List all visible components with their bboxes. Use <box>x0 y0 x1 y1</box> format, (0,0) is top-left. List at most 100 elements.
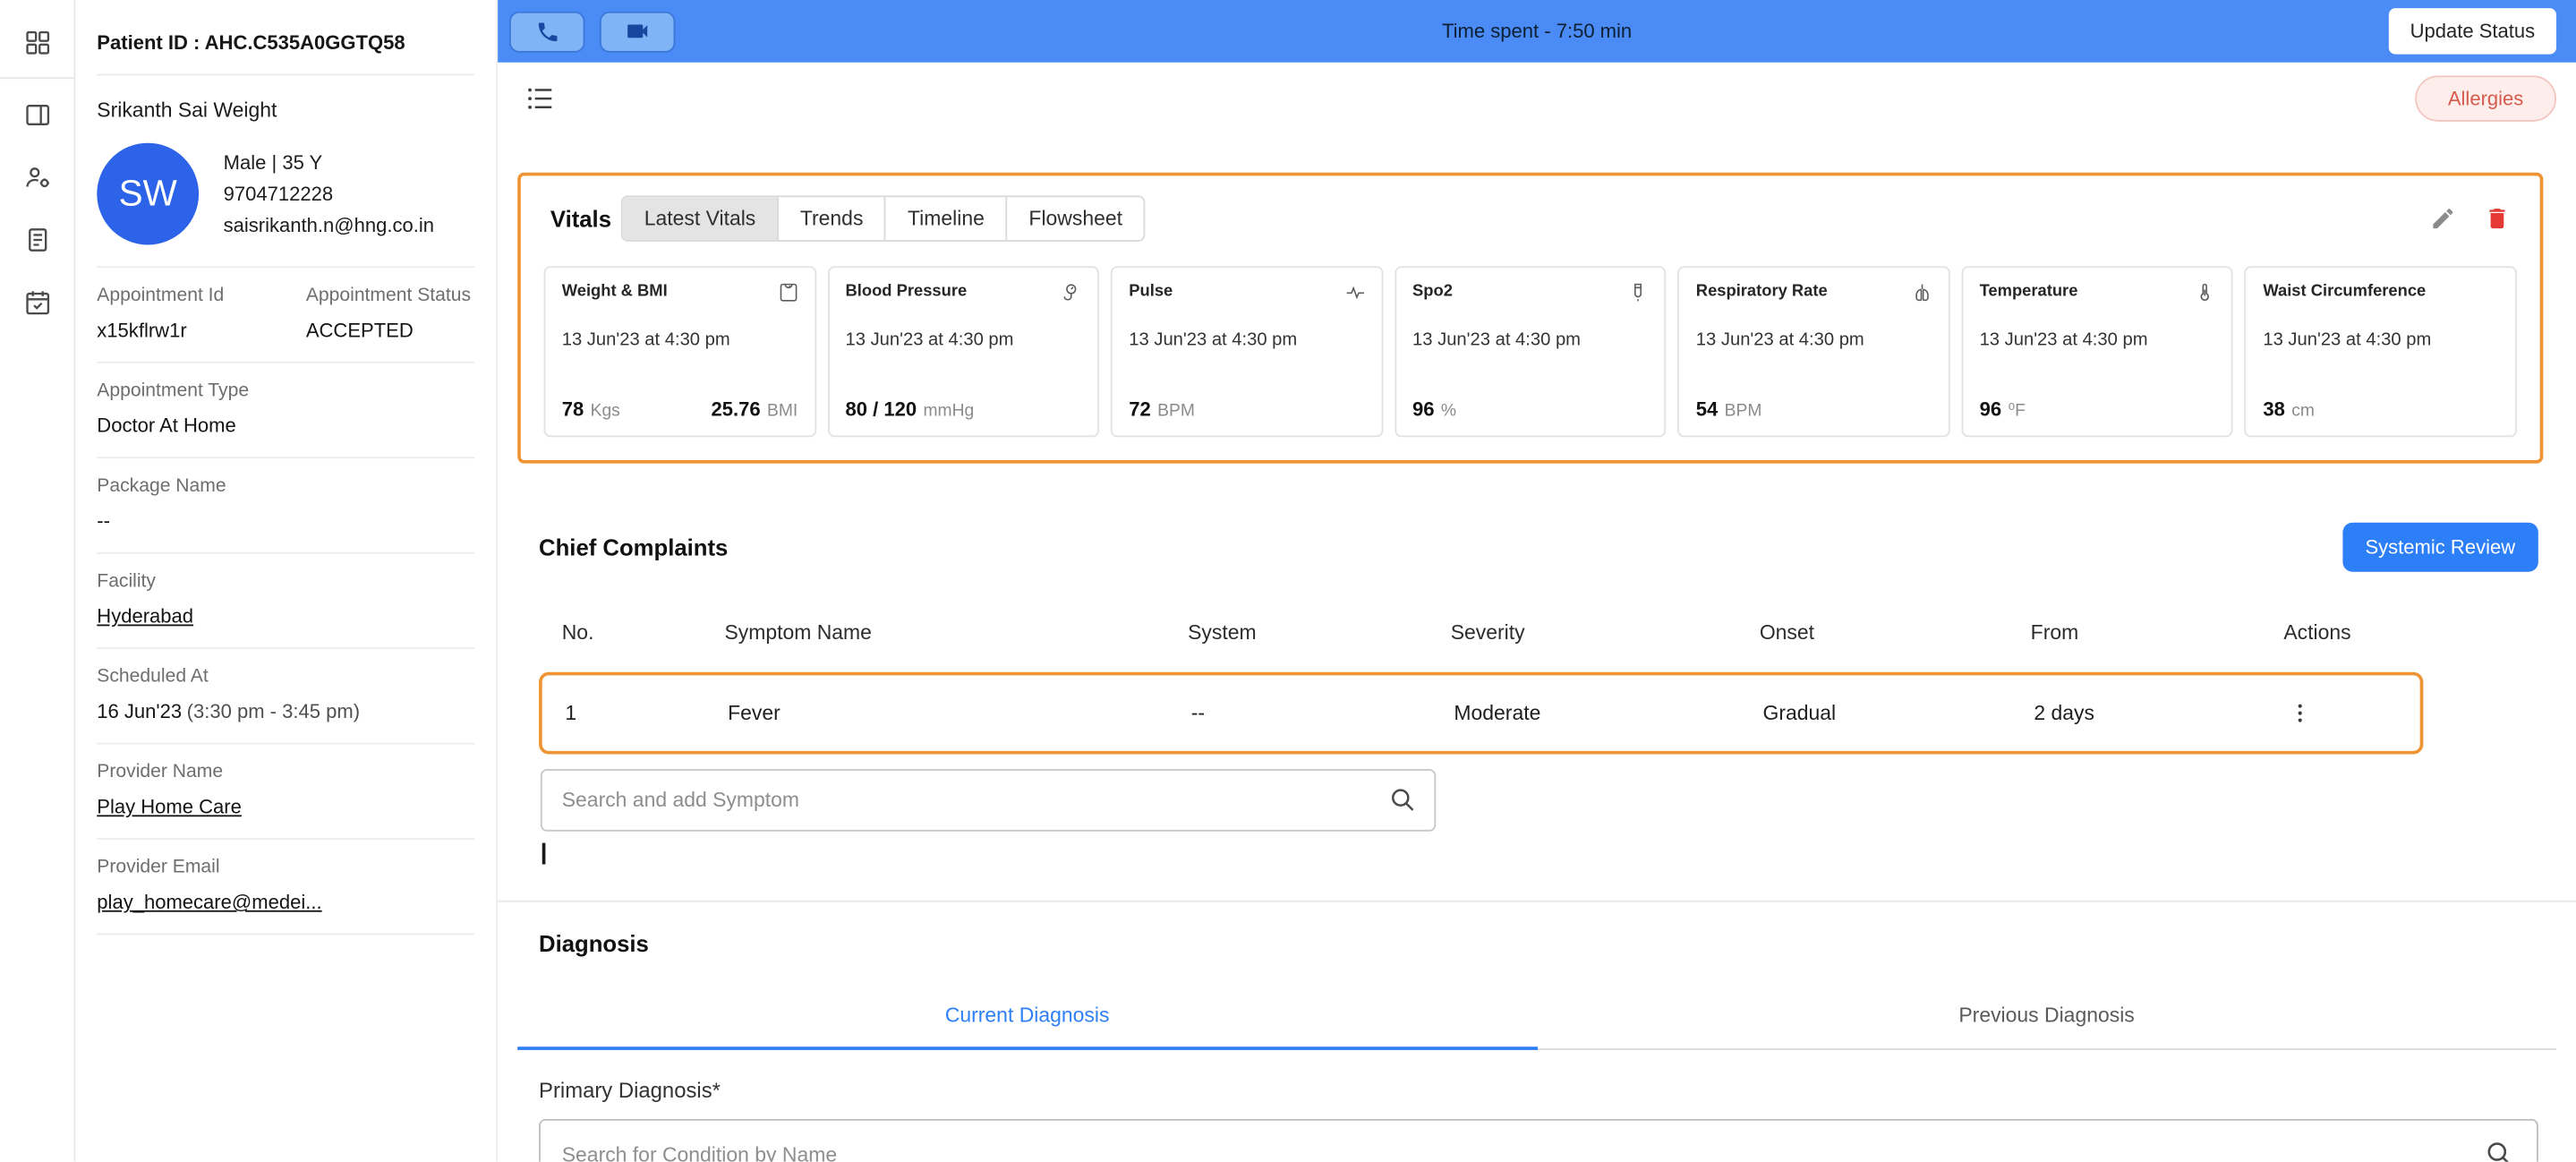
bmi-value: 25.76 <box>712 397 761 421</box>
complaint-onset: Gradual <box>1762 702 2034 725</box>
weight-scale-icon <box>776 281 799 312</box>
pulse-wave-icon <box>1343 281 1367 312</box>
dashboard-icon[interactable] <box>7 12 66 74</box>
app-window: Patient ID : AHC.C535A0GGTQ58 Srikanth S… <box>0 0 2576 1162</box>
complaint-row[interactable]: 1 Fever -- Moderate Gradual 2 days <box>539 672 2423 755</box>
spo2-sensor-icon <box>1627 281 1651 312</box>
chief-complaints-section: Chief Complaints Systemic Review No. Sym… <box>498 523 2576 865</box>
allergies-button[interactable]: Allergies <box>2415 75 2556 121</box>
appointment-id-status: Appointment Id x15kflrw1r Appointment St… <box>97 268 474 363</box>
package-value: -- <box>97 509 474 533</box>
call-topbar: Time spent - 7:50 min Update Status <box>498 0 2576 63</box>
col-actions: Actions <box>2261 621 2538 645</box>
spo2-value: 96 <box>1412 397 1435 421</box>
tab-trends[interactable]: Trends <box>779 197 886 240</box>
vital-card-temperature[interactable]: Temperature 13 Jun'23 at 4:30 pm 96⁰F <box>1961 266 2233 437</box>
tab-flowsheet[interactable]: Flowsheet <box>1008 197 1144 240</box>
col-onset: Onset <box>1760 621 2031 645</box>
thermometer-icon <box>2194 281 2217 312</box>
notes-icon[interactable] <box>7 209 66 271</box>
col-from: From <box>2031 621 2261 645</box>
pulse-value: 72 <box>1129 397 1151 421</box>
package-section: Package Name -- <box>97 458 474 553</box>
toolbar-row: Allergies <box>498 63 2576 135</box>
waist-value: 38 <box>2263 397 2285 421</box>
vital-card-respiratory-rate[interactable]: Respiratory Rate 13 Jun'23 at 4:30 pm 54… <box>1678 266 1950 437</box>
video-call-button[interactable] <box>600 11 675 52</box>
diagnosis-section: Diagnosis Current Diagnosis Previous Dia… <box>498 901 2576 1162</box>
diagnosis-tab-group: Current Diagnosis Previous Diagnosis <box>517 987 2556 1050</box>
patient-demographics: Male | 35 Y <box>224 147 434 178</box>
vital-card-pulse[interactable]: Pulse 13 Jun'23 at 4:30 pm 72BPM <box>1111 266 1383 437</box>
vitals-title: Vitals <box>550 205 611 231</box>
tab-latest-vitals[interactable]: Latest Vitals <box>623 197 779 240</box>
phone-icon <box>534 19 559 44</box>
complaint-no: 1 <box>542 702 728 725</box>
complaint-system: -- <box>1191 702 1454 725</box>
vital-card-blood-pressure[interactable]: Blood Pressure 13 Jun'23 at 4:30 pm 80 /… <box>827 266 1099 437</box>
col-no: No. <box>539 621 724 645</box>
patient-name: Srikanth Sai Weight <box>97 98 474 122</box>
left-icon-rail <box>0 0 75 1162</box>
tab-previous-diagnosis[interactable]: Previous Diagnosis <box>1537 987 2556 1048</box>
tab-current-diagnosis[interactable]: Current Diagnosis <box>517 987 1537 1050</box>
symptom-search <box>541 769 1436 832</box>
package-label: Package Name <box>97 476 474 496</box>
vital-card-spo2[interactable]: Spo2 13 Jun'23 at 4:30 pm 96% <box>1395 266 1667 437</box>
trash-icon <box>2484 205 2510 231</box>
scheduled-time: (3:30 pm - 3:45 pm) <box>187 700 360 723</box>
vital-card-waist-circumference[interactable]: Waist Circumference 13 Jun'23 at 4:30 pm… <box>2245 266 2517 437</box>
vital-cards-row: Weight & BMI 13 Jun'23 at 4:30 pm 78Kgs … <box>544 266 2517 437</box>
patient-profile: SW Male | 35 Y 9704712228 saisrikanth.n@… <box>97 143 474 268</box>
avatar: SW <box>97 143 199 245</box>
symptom-search-input[interactable] <box>541 769 1436 832</box>
weight-value: 78 <box>562 397 584 421</box>
complaints-table: No. Symptom Name System Severity Onset F… <box>539 621 2538 755</box>
vitals-tab-group: Latest Vitals Trends Timeline Flowsheet <box>621 195 1146 241</box>
provider-name-section: Provider Name Play Home Care <box>97 744 474 839</box>
consultation-content: Allergies Vitals Latest Vitals Trends Ti… <box>498 63 2576 1162</box>
complaint-symptom: Fever <box>728 702 1191 725</box>
appointment-type-label: Appointment Type <box>97 381 474 401</box>
scheduled-label: Scheduled At <box>97 667 474 687</box>
phone-call-button[interactable] <box>509 11 584 52</box>
provider-name-link[interactable]: Play Home Care <box>97 795 474 818</box>
patient-phone: 9704712228 <box>224 178 434 209</box>
primary-diagnosis-label: Primary Diagnosis* <box>539 1078 2535 1103</box>
scheduled-date: 16 Jun'23 <box>97 700 182 723</box>
bp-value: 80 / 120 <box>846 397 917 421</box>
appointment-id-label: Appointment Id <box>97 286 296 305</box>
temperature-value: 96 <box>1980 397 2002 421</box>
text-caret <box>542 843 546 865</box>
lungs-icon <box>1910 281 1933 312</box>
pencil-icon <box>2430 205 2456 231</box>
col-system: System <box>1188 621 1451 645</box>
row-actions-kebab-icon[interactable] <box>2264 698 2419 728</box>
vital-card-weight-bmi[interactable]: Weight & BMI 13 Jun'23 at 4:30 pm 78Kgs … <box>544 266 816 437</box>
appointment-type-value: Doctor At Home <box>97 414 474 438</box>
condition-search-input[interactable] <box>539 1119 2538 1162</box>
respiratory-rate-value: 54 <box>1696 397 1719 421</box>
complaints-table-header: No. Symptom Name System Severity Onset F… <box>539 621 2538 645</box>
patient-sidebar: Patient ID : AHC.C535A0GGTQ58 Srikanth S… <box>75 0 498 1162</box>
tab-timeline[interactable]: Timeline <box>886 197 1007 240</box>
facility-label: Facility <box>97 572 474 592</box>
delete-vitals-button[interactable] <box>2484 205 2510 231</box>
patient-id: Patient ID : AHC.C535A0GGTQ58 <box>97 0 474 75</box>
condition-search <box>539 1119 2538 1162</box>
edit-vitals-button[interactable] <box>2430 205 2456 231</box>
layout-board-icon[interactable] <box>7 84 66 147</box>
video-camera-icon <box>624 18 650 44</box>
complaint-from: 2 days <box>2034 702 2264 725</box>
patient-email: saisrikanth.n@hng.co.in <box>224 209 434 241</box>
manage-patients-icon[interactable] <box>7 146 66 209</box>
rail-divider <box>0 77 75 79</box>
appointments-calendar-icon[interactable] <box>7 271 66 334</box>
update-status-button[interactable]: Update Status <box>2389 8 2556 54</box>
facility-link[interactable]: Hyderabad <box>97 604 474 628</box>
list-view-icon[interactable] <box>525 84 555 114</box>
chief-complaints-title: Chief Complaints <box>539 534 728 560</box>
systemic-review-button[interactable]: Systemic Review <box>2342 523 2538 572</box>
provider-email-link[interactable]: play_homecare@medei... <box>97 891 474 914</box>
scheduled-section: Scheduled At 16 Jun'23(3:30 pm - 3:45 pm… <box>97 649 474 744</box>
